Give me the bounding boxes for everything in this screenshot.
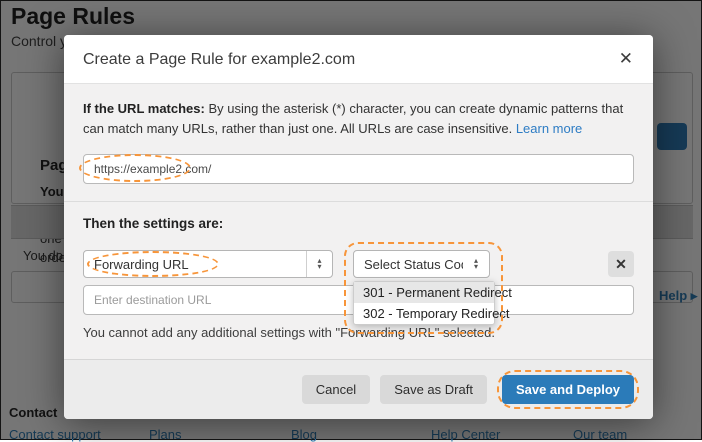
status-code-select[interactable]: Select Status Code ▴▾ (353, 250, 490, 278)
remove-icon: ✕ (615, 255, 627, 272)
learn-more-link[interactable]: Learn more (516, 121, 582, 136)
setting-type-value: Forwarding URL (94, 256, 189, 272)
url-pattern-input[interactable] (83, 154, 634, 184)
modal-header: Create a Page Rule for example2.com ✕ (64, 35, 653, 84)
select-arrows-icon: ▴ ▾ (473, 256, 478, 271)
settings-heading: Then the settings are: (83, 216, 224, 231)
status-code-value: Select Status Code (364, 256, 463, 272)
url-match-label: If the URL matches: (83, 101, 205, 116)
menu-option-302[interactable]: 302 - Temporary Redirect (354, 303, 509, 324)
settings-note: You cannot add any additional settings w… (83, 325, 495, 340)
select-arrows-icon: ▴ ▾ (306, 251, 332, 277)
modal-footer: Cancel Save as Draft Save and Deploy (64, 359, 653, 419)
create-page-rule-modal: Create a Page Rule for example2.com ✕ If… (64, 35, 653, 419)
setting-type-select[interactable]: Forwarding URL ▴ ▾ (83, 250, 333, 278)
annotation-save-deploy-highlight: Save and Deploy (496, 370, 639, 409)
remove-setting-button[interactable]: ✕ (608, 251, 634, 277)
status-code-menu: 301 - Permanent Redirect 302 - Temporary… (353, 281, 512, 325)
url-match-description: If the URL matches: By using the asteris… (83, 99, 638, 139)
cancel-button[interactable]: Cancel (301, 375, 371, 404)
menu-option-301[interactable]: 301 - Permanent Redirect (354, 282, 512, 303)
close-icon[interactable]: ✕ (615, 47, 637, 71)
save-and-deploy-button[interactable]: Save and Deploy (501, 375, 634, 404)
section-divider (64, 201, 653, 202)
save-as-draft-button[interactable]: Save as Draft (380, 375, 487, 404)
modal-title: Create a Page Rule for example2.com (83, 51, 356, 68)
